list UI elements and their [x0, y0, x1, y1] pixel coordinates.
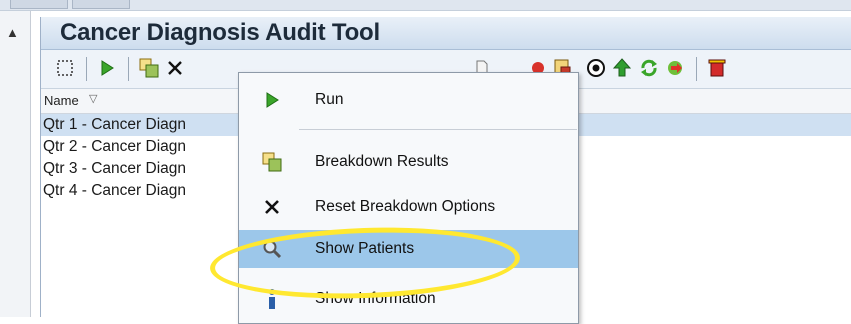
sort-indicator-icon[interactable]: ▽ — [89, 92, 97, 105]
list-item-label: Qtr 4 - Cancer Diagn — [43, 182, 186, 199]
top-tab-strip — [0, 0, 851, 11]
menu-item-run[interactable]: Run — [239, 81, 578, 119]
refresh-icon[interactable] — [638, 57, 660, 79]
info-icon — [261, 288, 283, 310]
select-box-icon[interactable] — [54, 57, 76, 79]
run-icon — [261, 89, 283, 111]
export-icon[interactable] — [664, 57, 686, 79]
magnifier-icon — [261, 238, 283, 260]
menu-item-breakdown-results[interactable]: Breakdown Results — [239, 143, 578, 181]
arrow-up-icon[interactable] — [611, 57, 633, 79]
circle-badge-icon[interactable] — [585, 57, 607, 79]
top-tab[interactable] — [72, 0, 130, 9]
menu-item-label: Show Patients — [315, 240, 415, 257]
breakdown-icon[interactable] — [138, 57, 160, 79]
name-column-label: Name — [44, 93, 79, 108]
run-icon[interactable] — [96, 57, 118, 79]
menu-item-show-information[interactable]: Show Information — [239, 280, 578, 318]
collapse-arrow-icon[interactable]: ▲ — [6, 25, 19, 40]
toolbar-separator — [128, 57, 129, 81]
menu-item-label: Breakdown Results — [315, 153, 449, 170]
page-title: Cancer Diagnosis Audit Tool — [60, 19, 380, 46]
menu-item-label: Run — [315, 91, 344, 108]
context-menu: Run Breakdown Results Reset Breakdown Op… — [238, 72, 579, 324]
top-tab[interactable] — [10, 0, 68, 9]
menu-item-reset-breakdown-options[interactable]: Reset Breakdown Options — [239, 188, 578, 226]
menu-item-label: Reset Breakdown Options — [315, 198, 496, 215]
menu-separator — [299, 129, 577, 130]
toolbar-separator — [86, 57, 87, 81]
left-navigation-pane: ▲ — [0, 11, 31, 317]
title-bar: Cancer Diagnosis Audit Tool — [41, 17, 851, 50]
breakdown-icon — [261, 151, 283, 173]
toolbar-separator — [696, 57, 697, 81]
delete-icon[interactable] — [706, 57, 728, 79]
list-item-label: Qtr 1 - Cancer Diagn — [43, 116, 186, 133]
reset-breakdown-icon[interactable] — [164, 57, 186, 79]
close-icon — [261, 196, 283, 218]
list-item-label: Qtr 3 - Cancer Diagn — [43, 160, 186, 177]
menu-item-show-patients[interactable]: Show Patients — [239, 230, 578, 268]
menu-item-label: Show Information — [315, 290, 436, 307]
list-item-label: Qtr 2 - Cancer Diagn — [43, 138, 186, 155]
